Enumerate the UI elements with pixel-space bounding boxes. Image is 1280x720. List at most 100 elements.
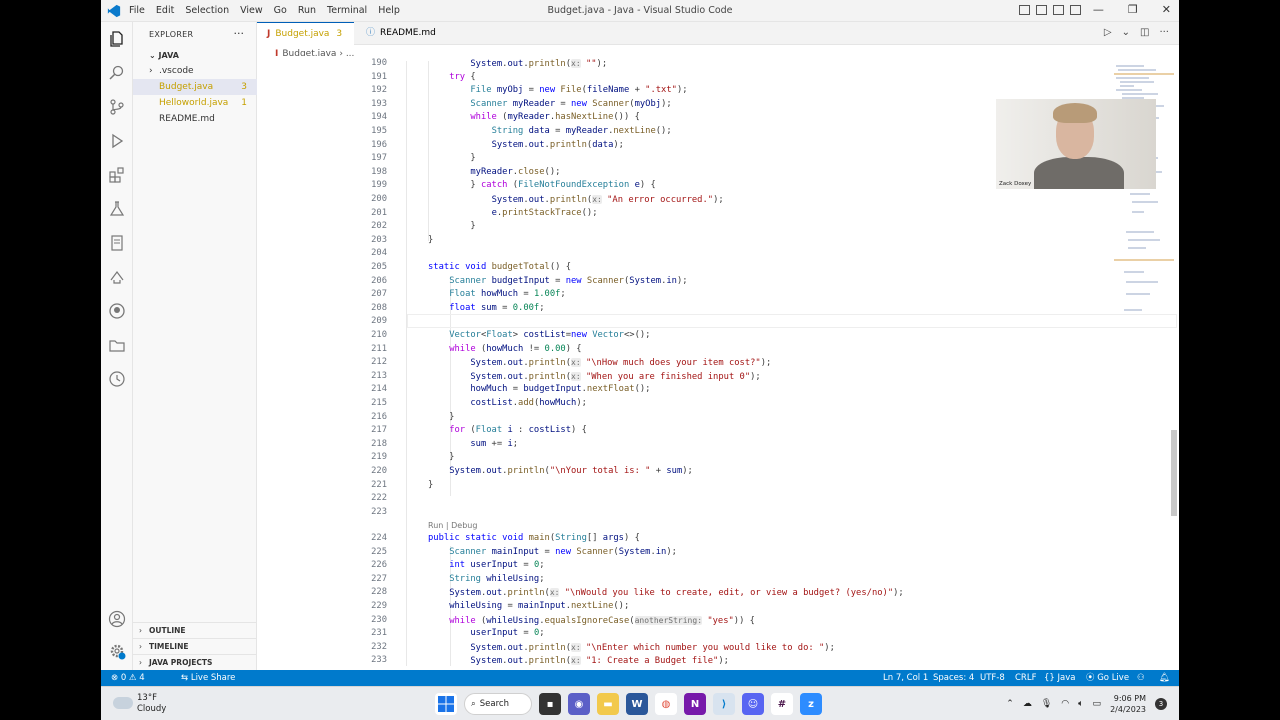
explorer-icon[interactable] [108,30,126,48]
webcam-person-hair [1053,103,1097,123]
tree-file-readme[interactable]: README.md [133,111,257,127]
temperature: 13°F [137,693,157,703]
maximize-icon[interactable]: ❐ [1128,3,1138,16]
file-explorer-icon[interactable]: ▬ [597,693,619,715]
eol-status[interactable]: CRLF [1015,670,1036,686]
go-live-status[interactable]: ⦿ Go Live [1086,670,1129,686]
toggle-sidebar-icon[interactable] [1019,5,1030,15]
close-window-icon[interactable]: ✕ [1162,3,1171,16]
word-icon[interactable]: W [626,693,648,715]
extensions-icon[interactable] [108,166,126,184]
java-projects-section[interactable]: › JAVA PROJECTS [133,654,257,670]
tab-readme[interactable]: ⓘ README.md [356,22,456,45]
tree-folder-vscode[interactable]: › .vscode [133,63,257,79]
taskbar-search[interactable]: ⌕ Search [464,693,532,715]
customize-layout-icon[interactable] [1070,5,1081,15]
code-line: 230 while (whileUsing.equalsIgnoreCase(a… [371,614,755,626]
code-line: 203} [371,234,434,245]
settings-gear-icon[interactable] [108,642,126,660]
weather-widget[interactable]: 13°F Cloudy [137,693,166,715]
start-icon[interactable] [435,693,457,715]
testing-icon[interactable] [108,200,126,218]
split-editor-icon[interactable]: ◫ [1140,27,1149,38]
code-line: 207 Float howMuch = 1.00f; [371,289,566,300]
folder-icon[interactable] [108,336,126,354]
onenote-icon[interactable]: N [684,693,706,715]
outline-section[interactable]: › OUTLINE [133,622,257,638]
tree-item-label: README.md [159,114,215,124]
code-line: 221} [371,479,434,490]
indentation-status[interactable]: Spaces: 4 [933,670,974,686]
chrome-icon[interactable]: ◍ [655,693,677,715]
tree-file-budget-java[interactable]: Budget.java 3 [133,79,257,95]
section-label: JAVA PROJECTS [149,658,213,667]
tab-problem-badge: 3 [336,29,343,39]
clock[interactable]: 9:06 PM 2/4/2023 [1110,693,1146,715]
feedback-icon[interactable]: ⚇ [1137,670,1145,686]
vertical-scrollbar[interactable] [1171,430,1177,516]
code-line: 213 System.out.println(x: "When you are … [371,370,761,382]
battery-icon[interactable]: ▭ [1093,699,1102,709]
explorer-sidebar: EXPLORER ··· ⌄ JAVA › .vscode Budget.jav… [133,22,257,670]
date: 2/4/2023 [1110,705,1146,714]
zoom-icon[interactable]: z [800,693,822,715]
windows-taskbar: 13°F Cloudy ⌕ Search ▪ ◉ ▬ W ◍ N ⟩ ☺ # z … [101,686,1179,720]
onedrive-icon[interactable]: ☁ [1023,699,1032,709]
run-debug-icon[interactable] [108,132,126,150]
notifications-bell-icon[interactable]: 🔔︎ [1159,670,1170,686]
codelens[interactable]: Run | Debug [257,519,1157,533]
teams-chat-icon[interactable]: ◉ [568,693,590,715]
webcam-overlay: Zack Doxey [996,99,1156,189]
volume-icon[interactable]: 🔈︎ [1078,699,1083,709]
cursor-position[interactable]: Ln 7, Col 1 [883,670,928,686]
encoding-status[interactable]: UTF-8 [980,670,1005,686]
microphone-icon[interactable]: 🎙︎ [1041,699,1052,709]
code-line: 229 whileUsing = mainInput.nextLine(); [371,601,630,611]
info-icon: ⓘ [366,28,376,38]
github-icon[interactable] [108,302,126,320]
minimize-icon[interactable]: — [1093,3,1104,16]
slack-icon[interactable]: # [771,693,793,715]
vscode-taskbar-icon[interactable]: ⟩ [713,693,735,715]
more-actions-icon[interactable]: ··· [234,27,245,40]
toggle-secondary-sidebar-icon[interactable] [1053,5,1064,15]
remote-explorer-icon[interactable] [108,268,126,286]
tree-item-label: .vscode [159,66,194,76]
code-line: 222 [371,493,387,504]
workspace-section-java[interactable]: ⌄ JAVA [149,51,179,60]
search-icon[interactable] [108,64,126,82]
tree-file-helloworld-java[interactable]: Helloworld.java 1 [133,95,257,111]
language-mode[interactable]: {} Java [1044,670,1075,686]
search-icon: ⌕ [471,699,476,709]
tab-budget-java[interactable]: JBudget.java 3 ✕ [257,22,354,62]
toggle-panel-icon[interactable] [1036,5,1047,15]
code-line: 224 public static void main(String[] args… [371,533,640,543]
source-control-icon[interactable] [108,98,126,116]
code-line: 223 [371,506,387,517]
notification-count-badge[interactable]: 3 [1155,698,1167,710]
discord-icon[interactable]: ☺ [742,693,764,715]
account-icon[interactable] [108,610,126,628]
more-actions-icon[interactable]: ··· [1159,27,1169,38]
chevron-down-icon[interactable]: ⌄ [1122,27,1130,38]
code-line: 219 } [371,452,455,463]
code-line: 205 static void budgetTotal() { [371,262,572,272]
run-icon[interactable]: ▷ [1104,27,1112,38]
timeline-section[interactable]: › TIMELINE [133,638,257,654]
task-view-icon[interactable]: ▪ [539,693,561,715]
notebook-icon[interactable] [108,234,126,252]
problems-status[interactable]: ⊗ 0 ⚠ 4 [111,670,145,686]
liveshare-status[interactable]: ⇆ Live Share [181,670,235,686]
tab-label: Budget.java [275,29,330,39]
code-line: 202 } [371,221,476,232]
chevron-up-icon[interactable]: ⌃ [1006,699,1014,709]
section-label: OUTLINE [149,626,186,635]
code-line: 226 int userInput = 0; [371,560,545,571]
chevron-right-icon: › [149,66,153,76]
search-label: Search [479,699,509,709]
tab-label: README.md [380,28,436,38]
window-title: Budget.java - Java - Visual Studio Code [547,5,733,16]
wifi-icon[interactable]: ◠ [1061,699,1069,709]
timeline-icon[interactable] [108,370,126,388]
problem-count-badge: 3 [241,82,247,92]
